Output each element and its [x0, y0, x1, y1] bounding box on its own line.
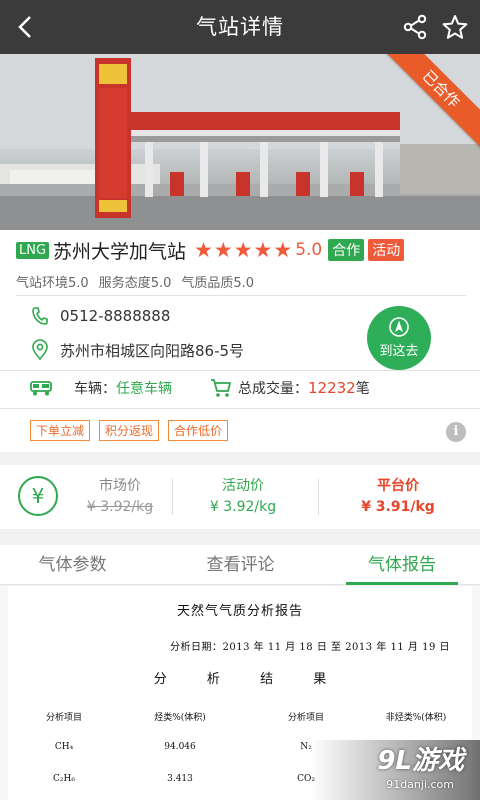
promo-tag: 下单立减	[30, 420, 91, 441]
divider	[318, 479, 319, 515]
volume-value: 12232	[308, 379, 356, 397]
divider	[0, 408, 480, 409]
table-cell: C₂H₆	[53, 774, 75, 784]
tab-gas-params[interactable]: 气体参数	[0, 545, 145, 585]
watermark-url: 91danji.com	[386, 778, 454, 791]
share-button[interactable]	[400, 12, 430, 42]
table-cell: 3.413	[167, 774, 193, 784]
table-header: 烃类%(体积)	[154, 713, 206, 723]
event-price-label: 活动价	[222, 478, 264, 494]
favorite-button[interactable]	[440, 12, 470, 42]
app-header: 气站详情	[0, 0, 480, 54]
environment-score: 气站环境5.0	[16, 276, 89, 291]
navigate-button[interactable]: 到这去	[367, 306, 431, 370]
navigate-label: 到这去	[379, 344, 419, 359]
event-price-value: ¥ 3.92/kg	[209, 499, 277, 515]
compass-arrow-icon	[389, 317, 409, 337]
vehicle-label: 车辆：	[74, 381, 116, 397]
phone-number: 0512-8888888	[60, 307, 171, 325]
share-icon	[403, 14, 427, 40]
promotion-tags: 下单立减 积分返现 合作低价	[30, 420, 229, 441]
phone-icon	[30, 306, 50, 326]
tab-gas-report[interactable]: 气体报告	[346, 545, 458, 585]
site-watermark: 9L游戏 91danji.com	[305, 738, 480, 800]
service-score: 服务态度5.0	[98, 276, 172, 291]
report-title: 天然气气质分析报告	[176, 604, 303, 619]
gas-station-illustration	[0, 54, 480, 230]
market-price-label: 市场价	[99, 478, 141, 494]
divider	[16, 295, 466, 296]
quality-score: 气质品质5.0	[181, 276, 255, 291]
platform-price-label: 平台价	[377, 478, 419, 494]
vehicle-volume-row: 车辆： 任意车辆 总成交量： 12232 笔	[30, 376, 370, 400]
tab-reviews[interactable]: 查看评论	[168, 545, 313, 585]
info-icon[interactable]: i	[446, 422, 466, 442]
platform-price-value: ¥ 3.91/kg	[361, 499, 435, 515]
heading-char: 析	[206, 672, 220, 687]
promo-tag: 积分返现	[99, 420, 160, 441]
station-info-card: LNG 苏州大学加气站 ★ ★ ★ ★ ★ 5.0 合作 活动 气站环境5.0 …	[0, 230, 480, 452]
table-header: 分析项目	[45, 713, 82, 723]
table-cell: CH₄	[54, 742, 74, 752]
heading-char: 分	[153, 672, 167, 687]
report-section-heading: 分 析 结 果	[8, 668, 472, 687]
table-header-row: 分析项目 烃类%(体积) 分析项目 非烃类%(体积)	[8, 710, 472, 726]
detail-tabs: 气体参数 查看评论 气体报告	[0, 545, 480, 585]
market-price-value: ¥ 3.92/kg	[86, 499, 154, 515]
report-date: 分析日期：2013 年 11 月 18 日 至 2013 年 11 月 19 日	[170, 642, 450, 653]
address-row[interactable]: 苏州市相城区向阳路86-5号	[30, 338, 244, 362]
star-icon: ★	[213, 237, 233, 262]
platform-price: 平台价 ¥ 3.91/kg	[328, 475, 468, 515]
station-name: 苏州大学加气站	[53, 240, 187, 263]
rating-value: 5.0	[295, 240, 323, 260]
station-photo[interactable]: 已合作	[0, 54, 480, 230]
table-header: 分析项目	[287, 713, 324, 723]
table-header: 非烃类%(体积)	[385, 713, 447, 723]
location-pin-icon	[30, 339, 50, 361]
star-icon: ★	[273, 237, 293, 262]
price-strip: ¥ 市场价 ¥ 3.92/kg 活动价 ¥ 3.92/kg 平台价 ¥ 3.91…	[0, 465, 480, 529]
vehicle-info: 车辆： 任意车辆	[30, 378, 172, 398]
divider	[172, 479, 173, 515]
watermark-logo-text: 9L游戏	[377, 746, 464, 776]
cooperation-tag: 合作	[328, 239, 365, 261]
table-cell: 94.046	[164, 742, 196, 752]
volume-label: 总成交量：	[238, 381, 308, 397]
star-icon: ★	[194, 237, 213, 262]
market-price: 市场价 ¥ 3.92/kg	[72, 475, 168, 515]
yen-icon: ¥	[18, 476, 58, 516]
fuel-type-badge: LNG	[16, 241, 50, 259]
cart-icon	[211, 379, 231, 397]
star-icon: ★	[233, 237, 253, 262]
station-address: 苏州市相城区向阳路86-5号	[60, 341, 245, 360]
score-breakdown: 气站环境5.0 服务态度5.0 气质品质5.0	[16, 272, 254, 291]
vehicle-value: 任意车辆	[116, 381, 172, 397]
star-rating: ★ ★ ★ ★ ★	[194, 237, 293, 262]
volume-info: 总成交量： 12232 笔	[210, 376, 370, 400]
event-price: 活动价 ¥ 3.92/kg	[178, 475, 308, 515]
heading-char: 果	[313, 672, 327, 687]
station-name-row: LNG 苏州大学加气站 ★ ★ ★ ★ ★ 5.0 合作 活动	[16, 236, 472, 264]
star-outline-icon	[442, 15, 468, 39]
promo-tag: 合作低价	[168, 420, 229, 441]
event-tag: 活动	[368, 239, 405, 261]
heading-char: 结	[260, 672, 274, 687]
star-icon: ★	[253, 237, 273, 262]
divider	[0, 370, 480, 371]
truck-icon	[30, 381, 52, 396]
volume-unit: 笔	[355, 381, 370, 397]
phone-row[interactable]: 0512-8888888	[30, 304, 170, 328]
